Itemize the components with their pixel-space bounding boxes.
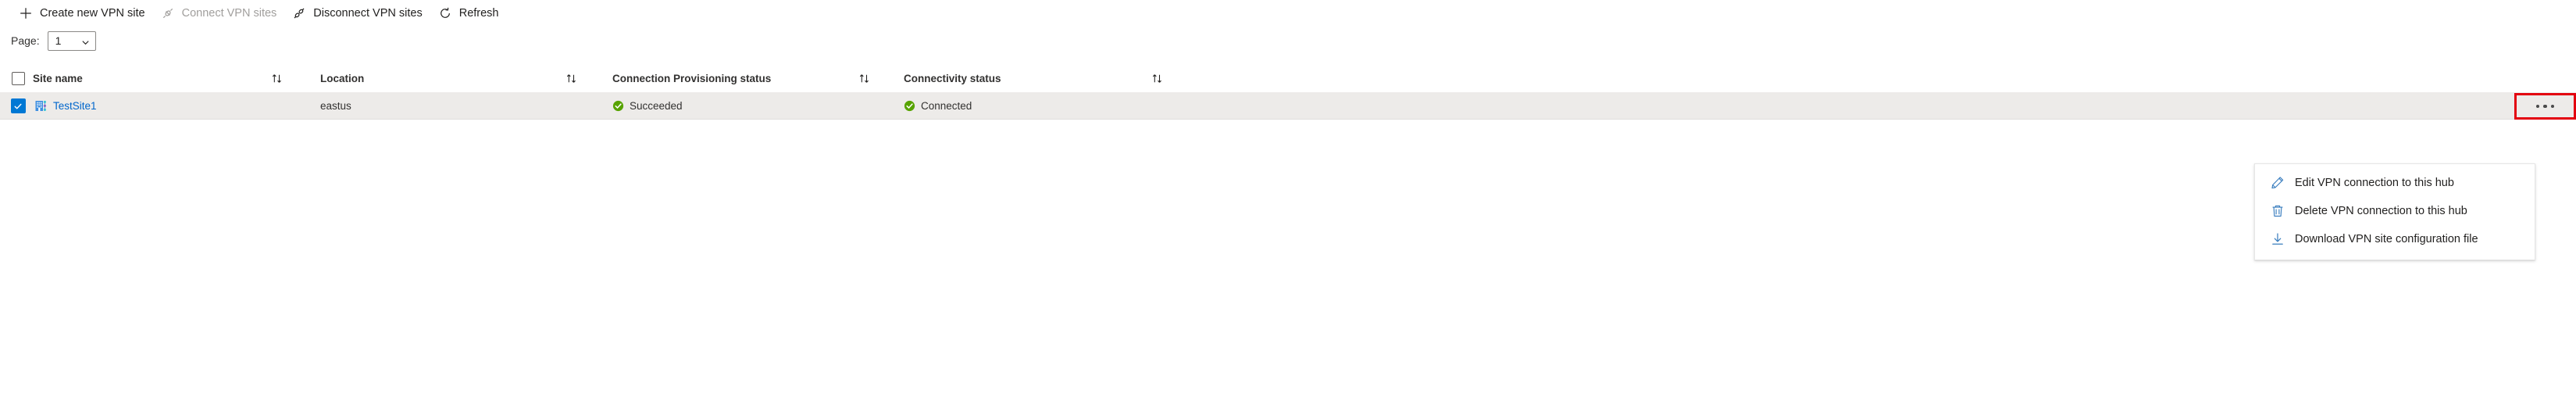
pager-row: Page: 1 xyxy=(0,27,2576,55)
command-toolbar: Create new VPN site Connect VPN sites Di… xyxy=(0,0,2576,27)
row-context-menu: Edit VPN connection to this hub Delete V… xyxy=(2254,163,2535,260)
column-header-connectivity-status-label: Connectivity status xyxy=(904,72,1001,84)
provisioning-status-text: Succeeded xyxy=(630,100,683,112)
disconnect-vpn-sites-label: Disconnect VPN sites xyxy=(313,7,423,20)
trash-delete-icon xyxy=(2271,204,2285,218)
connect-vpn-sites-label: Connect VPN sites xyxy=(181,7,277,20)
pencil-edit-icon xyxy=(2271,176,2285,190)
table-header-row: Site name Location Connection Provisioni… xyxy=(0,64,2576,93)
disconnect-plug-icon xyxy=(292,6,306,20)
refresh-icon xyxy=(438,6,452,20)
column-header-connection-provisioning-status-label: Connection Provisioning status xyxy=(612,72,772,84)
sort-updown-icon[interactable] xyxy=(1148,73,1165,84)
context-menu-item-download-vpn-site-config-label: Download VPN site configuration file xyxy=(2295,233,2478,245)
create-new-vpn-site-label: Create new VPN site xyxy=(40,7,145,20)
row-select-cell xyxy=(0,98,33,113)
table-row[interactable]: TestSite1 eastus Succeeded Connected xyxy=(0,93,2576,120)
provisioning-status-badge: Succeeded xyxy=(612,100,683,112)
sort-updown-icon[interactable] xyxy=(268,73,285,84)
context-menu-item-edit-vpn-connection[interactable]: Edit VPN connection to this hub xyxy=(2255,169,2535,197)
column-header-site-name-label: Site name xyxy=(33,72,83,84)
sort-updown-icon[interactable] xyxy=(562,73,580,84)
context-menu-item-delete-vpn-connection-label: Delete VPN connection to this hub xyxy=(2295,205,2467,217)
connect-vpn-sites-button[interactable]: Connect VPN sites xyxy=(156,0,288,27)
refresh-label: Refresh xyxy=(458,7,499,20)
cell-connection-provisioning-status: Succeeded xyxy=(587,100,880,112)
chevron-down-icon xyxy=(81,37,90,45)
context-menu-item-download-vpn-site-config[interactable]: Download VPN site configuration file xyxy=(2255,225,2535,253)
column-header-location-label: Location xyxy=(320,72,365,84)
connect-plug-icon xyxy=(161,6,175,20)
checkbox-checked-icon[interactable] xyxy=(10,98,26,113)
vpn-sites-table: Site name Location Connection Provisioni… xyxy=(0,64,2576,120)
page-label: Page: xyxy=(11,34,40,47)
site-name-link[interactable]: TestSite1 xyxy=(53,100,97,112)
cell-connectivity-status: Connected xyxy=(880,100,1173,112)
select-all-checkbox[interactable] xyxy=(11,71,25,85)
refresh-button[interactable]: Refresh xyxy=(433,0,510,27)
column-header-connectivity-status[interactable]: Connectivity status xyxy=(880,73,1173,84)
context-menu-item-edit-vpn-connection-label: Edit VPN connection to this hub xyxy=(2295,177,2454,189)
column-header-location[interactable]: Location xyxy=(293,73,587,84)
success-check-circle-icon xyxy=(612,100,624,112)
connectivity-status-badge: Connected xyxy=(904,100,972,112)
create-new-vpn-site-button[interactable]: Create new VPN site xyxy=(14,0,156,27)
page-number-value: 1 xyxy=(55,34,62,47)
location-value: eastus xyxy=(320,100,351,112)
download-arrow-icon xyxy=(2271,232,2285,246)
plus-icon xyxy=(19,6,33,20)
disconnect-vpn-sites-button[interactable]: Disconnect VPN sites xyxy=(287,0,433,27)
context-menu-item-delete-vpn-connection[interactable]: Delete VPN connection to this hub xyxy=(2255,197,2535,225)
connectivity-status-text: Connected xyxy=(921,100,972,112)
cell-site-name: TestSite1 xyxy=(33,99,293,113)
column-header-site-name[interactable]: Site name xyxy=(33,73,293,84)
select-all-cell xyxy=(0,71,33,85)
cell-location: eastus xyxy=(293,100,587,112)
ellipsis-icon xyxy=(2535,104,2555,109)
sort-updown-icon[interactable] xyxy=(855,73,872,84)
column-header-connection-provisioning-status[interactable]: Connection Provisioning status xyxy=(587,73,880,84)
vpn-site-icon xyxy=(34,99,48,113)
row-actions-ellipsis-button[interactable] xyxy=(2514,93,2576,120)
page-number-select[interactable]: 1 xyxy=(47,30,96,51)
success-check-circle-icon xyxy=(904,100,915,112)
